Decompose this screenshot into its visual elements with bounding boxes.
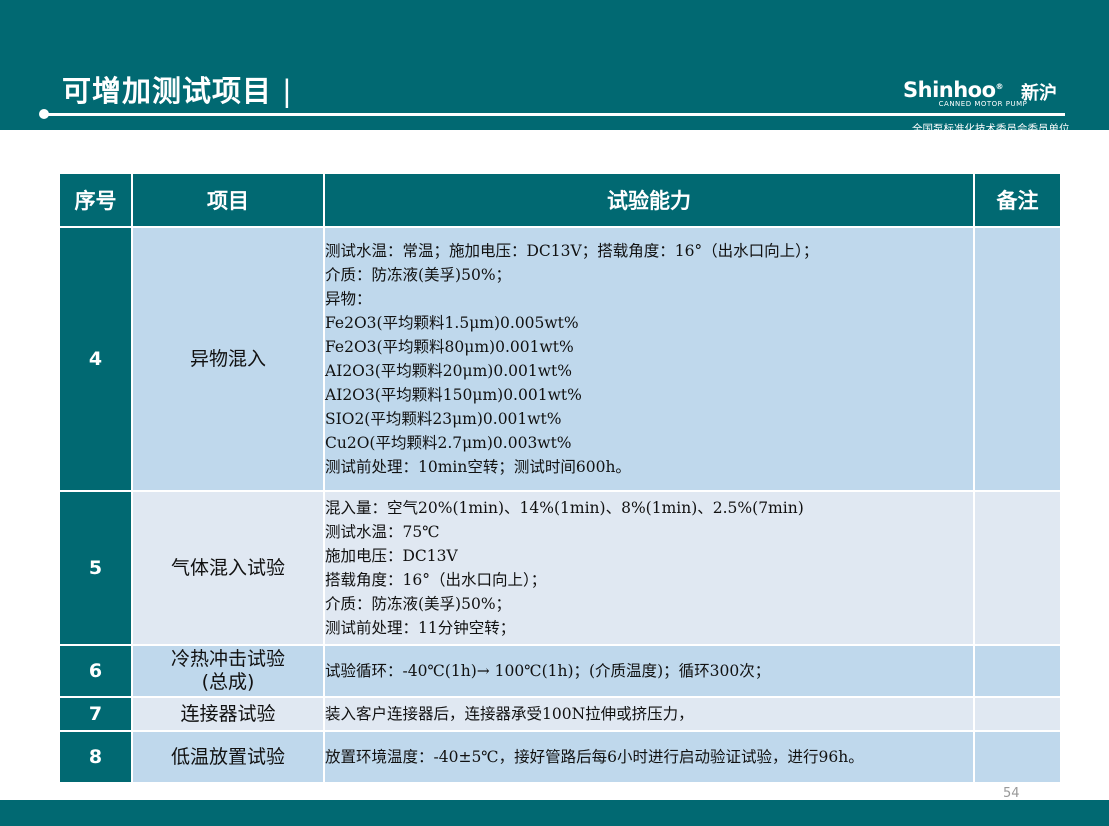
row-remarks <box>975 732 1060 782</box>
row-capability: 放置环境温度：-40±5℃，接好管路后每6小时进行启动验证试验，进行96h。 <box>325 732 973 782</box>
row-number: 8 <box>60 732 131 782</box>
capability-line: 混入量：空气20%(1min)、14%(1min)、8%(1min)、2.5%(… <box>325 499 804 517</box>
row-capability: 试验循环：-40℃(1h)→ 100℃(1h)；(介质温度)；循环300次； <box>325 646 973 696</box>
footer-band <box>0 800 1109 826</box>
capability-line: 异物： <box>325 290 372 308</box>
header-divider <box>45 113 1065 116</box>
header-remarks: 备注 <box>975 174 1060 226</box>
capability-line: SIO2(平均颗料23μm)0.001wt% <box>325 410 562 428</box>
row-item: 气体混入试验 <box>133 492 323 644</box>
header-capability: 试验能力 <box>325 174 973 226</box>
row-number: 7 <box>60 698 131 730</box>
capability-line: 搭载角度：16°（出水口向上）； <box>325 571 547 589</box>
item-line: (总成) <box>201 671 255 693</box>
capability-line: 测试前处理：11分钟空转； <box>325 619 516 637</box>
capability-line: 测试前处理：10min空转；测试时间600h。 <box>325 458 631 476</box>
row-remarks <box>975 492 1060 644</box>
capability-line: Fe2O3(平均颗料1.5μm)0.005wt% <box>325 314 579 332</box>
capability-line: 测试水温：常温；施加电压：DC13V；搭载角度：16°（出水口向上）； <box>325 242 819 260</box>
row-item: 低温放置试验 <box>133 732 323 782</box>
header-serial: 序号 <box>60 174 131 226</box>
header-item: 项目 <box>133 174 323 226</box>
page-number: 54 <box>1003 786 1020 801</box>
row-remarks <box>975 646 1060 696</box>
row-item: 连接器试验 <box>133 698 323 730</box>
capability-line: 放置环境温度：-40±5℃，接好管路后每6小时进行启动验证试验，进行96h。 <box>325 748 864 766</box>
table-row: 5 气体混入试验 混入量：空气20%(1min)、14%(1min)、8%(1m… <box>60 492 1060 644</box>
row-number: 4 <box>60 228 131 490</box>
table-row: 6 冷热冲击试验 (总成) 试验循环：-40℃(1h)→ 100℃(1h)；(介… <box>60 646 1060 696</box>
table-row: 7 连接器试验 装入客户连接器后，连接器承受100N拉伸或挤压力， <box>60 698 1060 730</box>
row-capability: 装入客户连接器后，连接器承受100N拉伸或挤压力， <box>325 698 973 730</box>
capability-line: 介质：防冻液(美孚)50%； <box>325 266 512 284</box>
row-item: 冷热冲击试验 (总成) <box>133 646 323 696</box>
table-row: 4 异物混入 测试水温：常温；施加电压：DC13V；搭载角度：16°（出水口向上… <box>60 228 1060 490</box>
capability-line: 装入客户连接器后，连接器承受100N拉伸或挤压力， <box>325 705 694 723</box>
page-title: 可增加测试项目 | <box>62 74 293 108</box>
logo-tagline: CANNED MOTOR PUMP <box>938 100 1028 108</box>
capability-line: Fe2O3(平均颗料80μm)0.001wt% <box>325 338 574 356</box>
committee-label: 全国泵标准化技术委员会委员单位 <box>912 123 1070 135</box>
capability-line: 试验循环：-40℃(1h)→ 100℃(1h)；(介质温度)；循环300次； <box>325 662 771 680</box>
table-header-row: 序号 项目 试验能力 备注 <box>60 174 1060 226</box>
row-capability: 测试水温：常温；施加电压：DC13V；搭载角度：16°（出水口向上）； 介质：防… <box>325 228 973 490</box>
capability-line: 施加电压：DC13V <box>325 547 458 565</box>
capability-line: Cu2O(平均颗料2.7μm)0.003wt% <box>325 434 572 452</box>
test-items-table: 序号 项目 试验能力 备注 4 异物混入 测试水温：常温；施加电压：DC13V；… <box>58 172 1062 784</box>
logo-wordmark: Shinhoo® <box>903 78 1004 102</box>
row-number: 5 <box>60 492 131 644</box>
row-remarks <box>975 698 1060 730</box>
capability-line: AI2O3(平均颗料150μm)0.001wt% <box>325 386 582 404</box>
capability-line: 介质：防冻液(美孚)50%； <box>325 595 512 613</box>
row-item: 异物混入 <box>133 228 323 490</box>
row-number: 6 <box>60 646 131 696</box>
row-capability: 混入量：空气20%(1min)、14%(1min)、8%(1min)、2.5%(… <box>325 492 973 644</box>
capability-line: 测试水温：75℃ <box>325 523 440 541</box>
capability-line: AI2O3(平均颗料20μm)0.001wt% <box>325 362 572 380</box>
row-remarks <box>975 228 1060 490</box>
item-line: 冷热冲击试验 <box>170 648 285 671</box>
table-row: 8 低温放置试验 放置环境温度：-40±5℃，接好管路后每6小时进行启动验证试验… <box>60 732 1060 782</box>
